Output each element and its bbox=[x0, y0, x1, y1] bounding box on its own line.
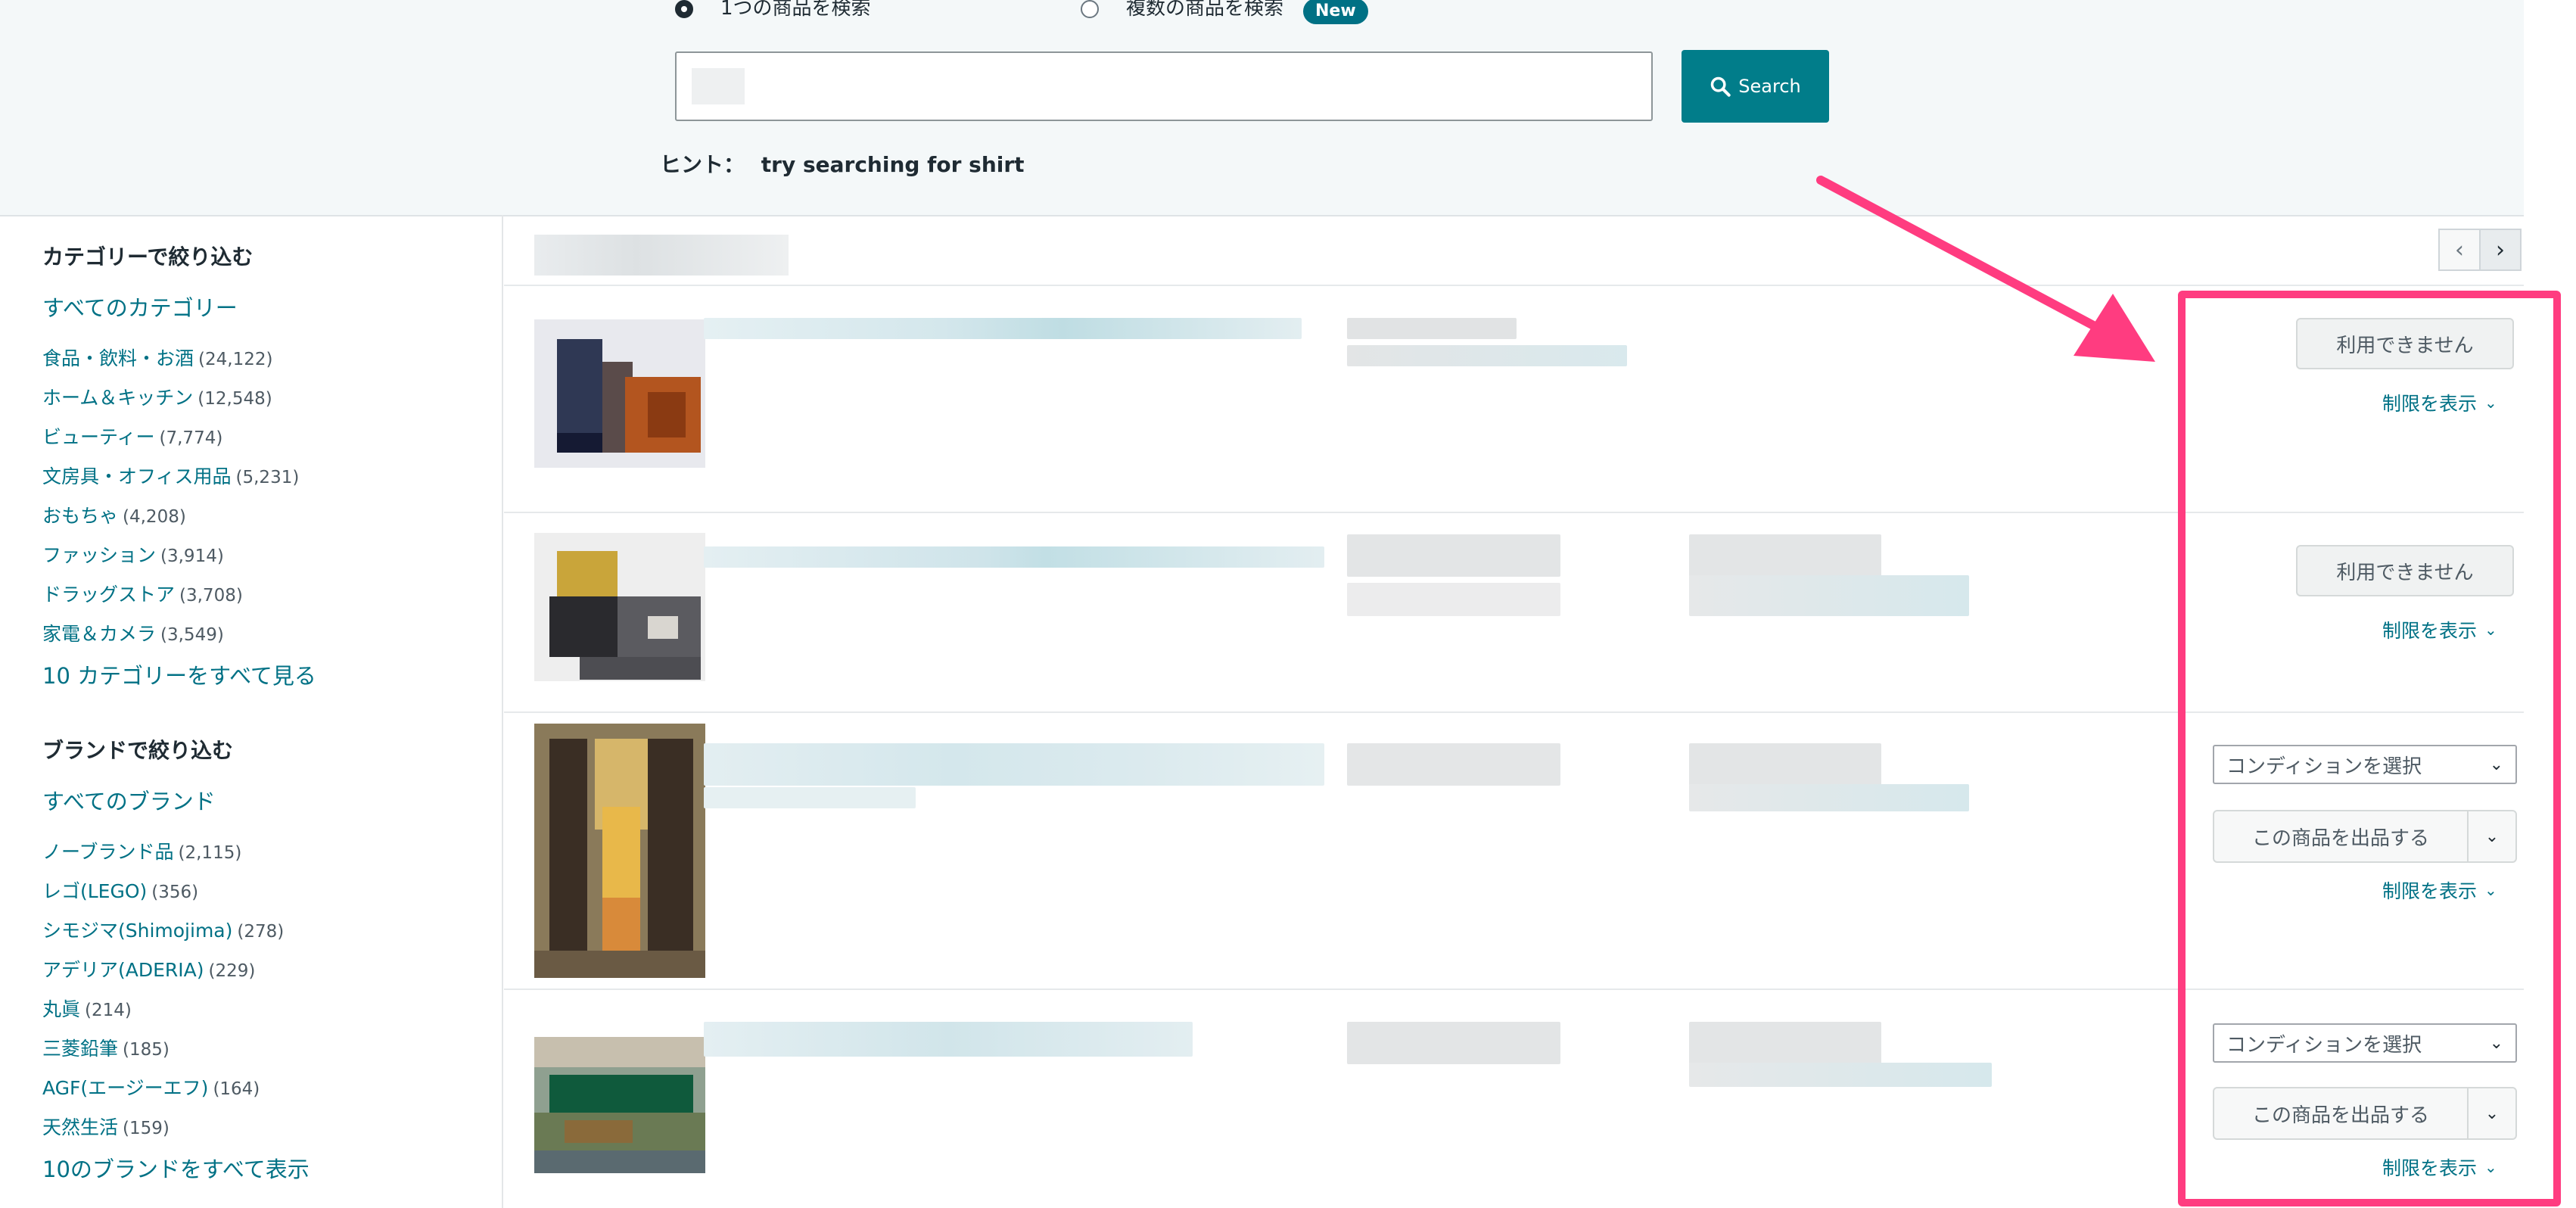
annotation-arrow bbox=[1816, 176, 2155, 362]
highlight-box bbox=[2178, 291, 2561, 1206]
